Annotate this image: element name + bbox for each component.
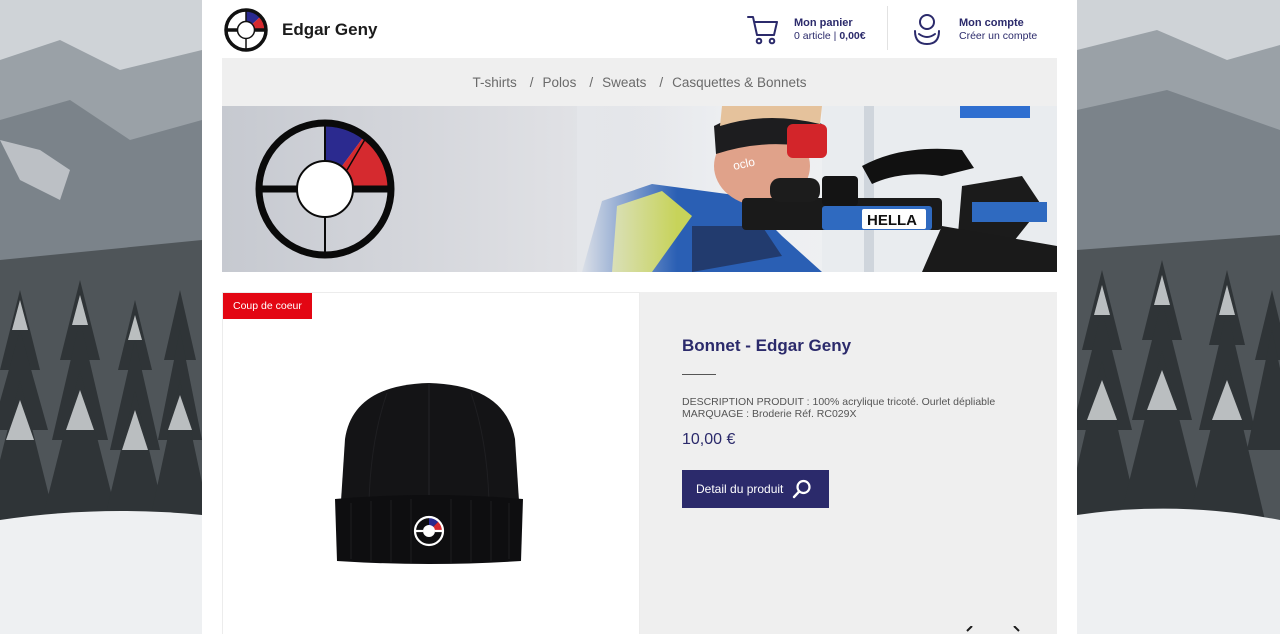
product-card: Coup de coeur Bonnet - Edgar Geny DESCRI…: [222, 292, 1057, 634]
chevron-left-icon[interactable]: [962, 626, 976, 634]
account-title: Mon compte: [959, 17, 1024, 29]
brand-logo-icon[interactable]: [222, 6, 270, 54]
nav-item-polos[interactable]: Polos: [543, 75, 577, 90]
marking-line: MARQUAGE : Broderie Réf. RC029X: [682, 408, 857, 420]
banner-logo-icon: [255, 119, 395, 259]
product-description: DESCRIPTION PRODUIT : 100% acrylique tri…: [682, 396, 1012, 420]
product-info-panel: Bonnet - Edgar Geny DESCRIPTION PRODUIT …: [640, 292, 1057, 634]
cart-total: 0,00€: [839, 30, 866, 42]
product-price: 10,00 €: [682, 431, 736, 448]
cart-link[interactable]: Mon panier 0 article | 0,00€: [746, 10, 886, 50]
account-link[interactable]: Mon compte Créer un compte: [912, 10, 1057, 50]
product-title[interactable]: Bonnet - Edgar Geny: [682, 336, 851, 356]
favorite-badge: Coup de coeur: [223, 293, 312, 319]
product-detail-button[interactable]: Detail du produit: [682, 470, 829, 508]
detail-button-label: Detail du produit: [696, 482, 784, 496]
hero-banner: HELLA oclo: [222, 106, 1057, 272]
nav-separator: /: [589, 74, 594, 90]
main-nav: T-shirts / Polos / Sweats / Casquettes &…: [222, 58, 1057, 106]
cart-title: Mon panier: [794, 17, 853, 29]
description-line: DESCRIPTION PRODUIT : 100% acrylique tri…: [682, 396, 996, 408]
search-icon: [792, 479, 811, 499]
brand-name[interactable]: Edgar Geny: [282, 20, 377, 40]
site-header: Edgar Geny Mon panier 0 article | 0,00€ …: [222, 0, 1057, 58]
nav-item-sweats[interactable]: Sweats: [602, 75, 646, 90]
cart-summary: 0 article | 0,00€: [794, 30, 866, 42]
cart-icon: [747, 16, 778, 45]
page-container: Edgar Geny Mon panier 0 article | 0,00€ …: [202, 0, 1077, 634]
header-divider: [887, 6, 888, 50]
nav-item-casquettes-bonnets[interactable]: Casquettes & Bonnets: [672, 75, 806, 90]
background-right-trees: [1077, 0, 1280, 634]
nav-item-tshirts[interactable]: T-shirts: [473, 75, 517, 90]
product-image-panel[interactable]: Coup de coeur: [222, 292, 640, 634]
banner-artwork: HELLA oclo: [255, 106, 1057, 272]
cart-count: 0 article: [794, 30, 831, 42]
beanie-product-image[interactable]: [331, 379, 527, 569]
nav-separator: /: [529, 74, 534, 90]
user-icon: [914, 14, 940, 46]
title-divider: [682, 374, 716, 375]
chevron-right-icon[interactable]: [1010, 626, 1024, 634]
background-left-trees: [0, 0, 202, 634]
nav-separator: /: [659, 74, 664, 90]
banner-hella-text: HELLA: [867, 212, 917, 229]
account-subtitle[interactable]: Créer un compte: [959, 30, 1037, 42]
